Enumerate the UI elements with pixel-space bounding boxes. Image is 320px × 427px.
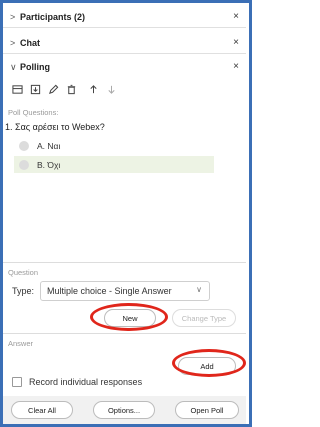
poll-option-label: A. Ναι	[37, 140, 61, 151]
divider	[3, 262, 246, 263]
options-button[interactable]: Options...	[93, 401, 155, 419]
move-up-icon[interactable]	[86, 82, 100, 96]
annotation-ring-new	[90, 303, 168, 331]
question-type-row: Type: Multiple choice - Single Answer ∨	[8, 281, 211, 301]
radio-icon	[19, 140, 29, 151]
chevron-down-icon: ∨	[196, 285, 203, 294]
divider	[3, 333, 246, 334]
poll-option-b[interactable]: B. Όχι	[14, 156, 214, 173]
answer-section-label: Answer	[8, 339, 34, 348]
polling-title: Polling	[20, 62, 50, 72]
record-individual-responses[interactable]: Record individual responses	[12, 377, 142, 387]
poll-option-label: B. Όχι	[37, 159, 61, 170]
polling-section-header[interactable]: ∨ Polling ×	[3, 56, 246, 78]
poll-toolbar	[10, 82, 118, 96]
move-down-icon[interactable]	[104, 82, 118, 96]
save-icon[interactable]	[28, 82, 42, 96]
change-type-button[interactable]: Change Type	[172, 309, 236, 327]
chat-title: Chat	[20, 37, 40, 48]
checkbox-icon[interactable]	[12, 377, 22, 387]
open-file-icon[interactable]	[10, 82, 24, 96]
chevron-right-icon: >	[10, 11, 16, 22]
question-type-value: Multiple choice - Single Answer	[47, 286, 172, 296]
close-icon[interactable]: ×	[233, 61, 239, 72]
question-section-label: Question	[8, 268, 39, 277]
annotation-ring-add	[172, 349, 246, 377]
close-icon[interactable]: ×	[233, 37, 239, 48]
radio-icon	[19, 159, 29, 170]
edit-icon[interactable]	[46, 82, 60, 96]
chevron-right-icon: >	[10, 37, 16, 48]
delete-icon[interactable]	[64, 82, 78, 96]
chevron-down-icon: ∨	[10, 61, 17, 72]
clear-all-button[interactable]: Clear All	[11, 401, 73, 419]
participants-section-header[interactable]: > Participants (2) ×	[3, 6, 246, 28]
type-label: Type:	[12, 286, 35, 296]
close-icon[interactable]: ×	[233, 11, 239, 22]
participants-title: Participants (2)	[20, 11, 86, 22]
poll-option-a[interactable]: A. Ναι	[14, 137, 214, 154]
open-poll-button[interactable]: Open Poll	[175, 401, 239, 419]
poll-question[interactable]: 1. Σας αρέσει το Webex?	[5, 122, 105, 132]
question-type-select[interactable]: Multiple choice - Single Answer ∨	[40, 281, 211, 301]
record-individual-responses-label: Record individual responses	[29, 377, 143, 387]
chat-section-header[interactable]: > Chat ×	[3, 32, 246, 54]
poll-questions-label: Poll Questions:	[8, 108, 59, 117]
